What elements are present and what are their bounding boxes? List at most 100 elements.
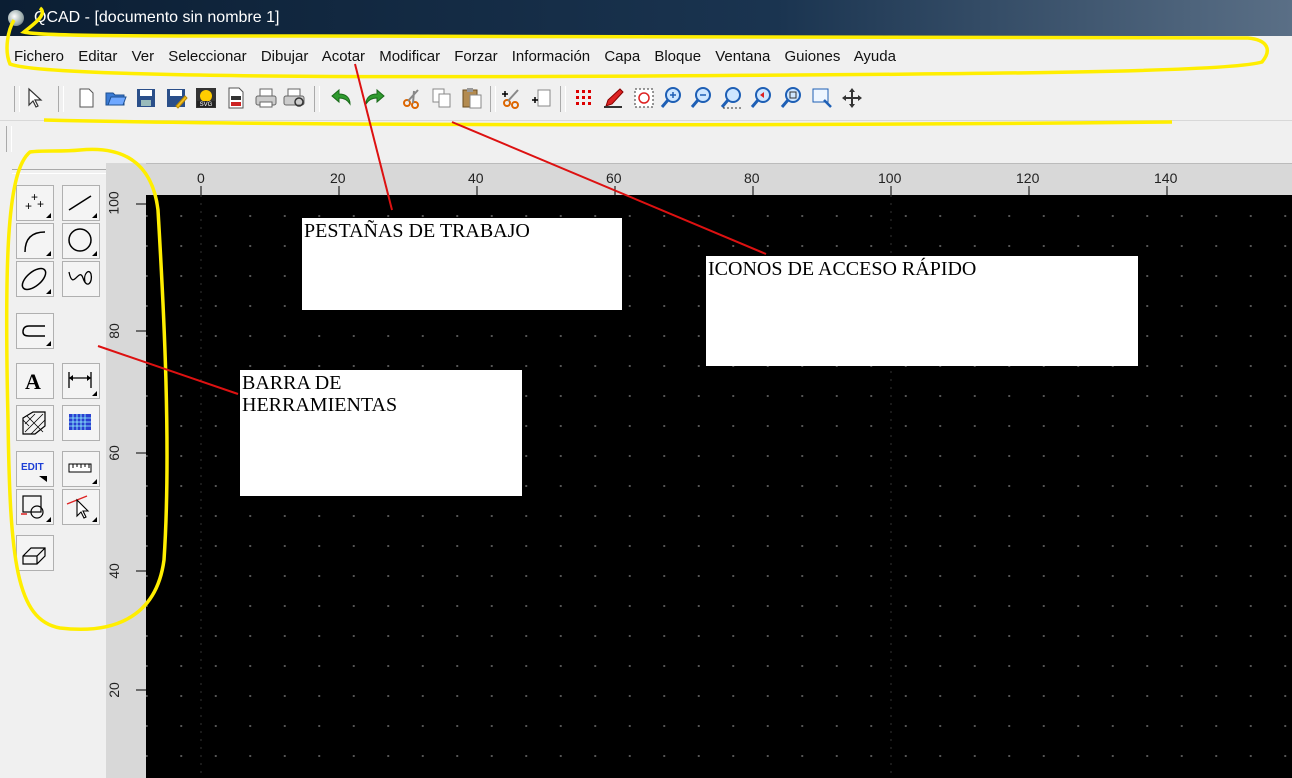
menu-seleccionar[interactable]: Seleccionar: [168, 48, 246, 65]
lines-tool-button[interactable]: [62, 185, 100, 221]
redraw-icon[interactable]: [632, 86, 656, 110]
cad-tools-panel: + + + A EDIT: [0, 163, 136, 778]
toolbar-grip[interactable]: [490, 86, 496, 112]
window-title: QCAD - [documento sin nombre 1]: [34, 9, 280, 26]
redo-icon[interactable]: [362, 86, 386, 110]
arc-icon: [24, 231, 46, 253]
zoom-auto-icon[interactable]: [720, 86, 744, 110]
ruler-h-label: 60: [606, 170, 622, 186]
svg-text:A: A: [25, 369, 41, 394]
pan-icon[interactable]: [840, 86, 864, 110]
zoom-previous-icon[interactable]: [750, 86, 774, 110]
image-grid-icon: [69, 414, 91, 430]
ruler-h-label: 120: [1016, 170, 1040, 186]
toolbar-grip[interactable]: [314, 86, 320, 112]
annotation-tabs: PESTAÑAS DE TRABAJO: [302, 218, 622, 310]
zoom-selection-icon[interactable]: [810, 86, 834, 110]
menu-ventana[interactable]: Ventana: [715, 48, 770, 65]
print-preview-icon[interactable]: [282, 86, 306, 110]
circle-icon: [68, 228, 92, 252]
ruler-measure-icon: [68, 463, 92, 473]
vertical-ruler: 100 80 60 40 20: [106, 163, 146, 778]
annotation-toolbar-line1: BARRA DE: [242, 372, 342, 394]
export-pdf-icon[interactable]: [224, 86, 248, 110]
menu-bloque[interactable]: Bloque: [654, 48, 701, 65]
print-icon[interactable]: [254, 86, 278, 110]
grid-toggle-icon[interactable]: [572, 86, 596, 110]
menu-acotar[interactable]: Acotar: [322, 48, 365, 65]
menu-ayuda[interactable]: Ayuda: [854, 48, 896, 65]
open-folder-icon[interactable]: [104, 86, 128, 110]
cut-reference-icon[interactable]: [500, 86, 524, 110]
spline-tool-button[interactable]: [62, 261, 100, 297]
copy-reference-icon[interactable]: [530, 86, 554, 110]
zoom-window-icon[interactable]: [780, 86, 804, 110]
select-pointer-icon[interactable]: [24, 86, 48, 110]
title-bar: QCAD - [documento sin nombre 1]: [0, 0, 1292, 36]
menu-ver[interactable]: Ver: [132, 48, 155, 65]
menu-dibujar[interactable]: Dibujar: [261, 48, 309, 65]
export-svg-icon[interactable]: SVG: [194, 86, 218, 110]
circles-tool-button[interactable]: [62, 223, 100, 259]
menu-fichero[interactable]: Fichero: [14, 48, 64, 65]
new-file-icon[interactable]: [74, 86, 98, 110]
arcs-tool-button[interactable]: [16, 223, 54, 259]
menu-informacion[interactable]: Información: [512, 48, 590, 65]
ruler-v-label: 60: [105, 445, 122, 461]
hatch-icon: [22, 411, 46, 435]
select-tool-button[interactable]: [62, 489, 100, 525]
menu-guiones[interactable]: Guiones: [784, 48, 840, 65]
ruler-h-label: 100: [878, 170, 902, 186]
spline-icon: [68, 270, 93, 285]
save-icon[interactable]: [134, 86, 158, 110]
cut-icon[interactable]: [400, 86, 424, 110]
ruler-h-label: 0: [197, 170, 205, 186]
menu-capa[interactable]: Capa: [604, 48, 640, 65]
toolbar-grip[interactable]: [560, 86, 566, 112]
save-as-icon[interactable]: [164, 86, 188, 110]
block-insert-icon: [21, 495, 44, 519]
hatch-tool-button[interactable]: [16, 405, 54, 441]
text-tool-button[interactable]: A: [16, 363, 54, 399]
ruler-h-label: 20: [330, 170, 346, 186]
toolbar-grip[interactable]: [58, 86, 64, 112]
edit-tool-button[interactable]: EDIT: [16, 451, 54, 487]
menu-editar[interactable]: Editar: [78, 48, 117, 65]
selection-cursor-icon: [66, 495, 90, 519]
raster-image-tool-button[interactable]: [62, 405, 100, 441]
dimension-icon: [68, 372, 92, 388]
annotation-quick-icons-text: ICONOS DE ACCESO RÁPIDO: [708, 258, 977, 280]
block-tool-button[interactable]: [16, 489, 54, 525]
ruler-v-label: 20: [105, 682, 122, 698]
draft-mode-icon[interactable]: [602, 86, 626, 110]
ellipse-icon: [21, 267, 47, 291]
box-3d-icon: [22, 547, 46, 565]
polyline-icon: [22, 325, 45, 337]
ruler-h-label: 140: [1154, 170, 1178, 186]
qcad-app-icon[interactable]: [8, 10, 24, 26]
svg-text:SVG: SVG: [200, 102, 213, 108]
menu-modificar[interactable]: Modificar: [379, 48, 440, 65]
polyline-tool-button[interactable]: [16, 313, 54, 349]
points-icon: +++: [25, 190, 44, 213]
zoom-out-icon[interactable]: [690, 86, 714, 110]
edit-arrow-icon: [39, 476, 47, 482]
copy-icon[interactable]: [430, 86, 454, 110]
paste-icon[interactable]: [460, 86, 484, 110]
text-icon: A: [25, 369, 41, 394]
measure-tool-button[interactable]: [62, 451, 100, 487]
toolbar-grip[interactable]: [14, 86, 20, 112]
ruler-ticks: [200, 186, 1168, 196]
annotation-tabs-text: PESTAÑAS DE TRABAJO: [304, 220, 530, 242]
zoom-in-icon[interactable]: [660, 86, 684, 110]
3d-tool-button[interactable]: [16, 535, 54, 571]
toolbar-grip[interactable]: [6, 126, 12, 152]
undo-icon[interactable]: [330, 86, 354, 110]
ellipses-tool-button[interactable]: [16, 261, 54, 297]
menu-forzar[interactable]: Forzar: [454, 48, 497, 65]
main-toolbar: SVG: [0, 78, 1292, 121]
dimension-tool-button[interactable]: [62, 363, 100, 399]
annotation-quick-icons: ICONOS DE ACCESO RÁPIDO: [706, 256, 1138, 366]
points-tool-button[interactable]: + + +: [16, 185, 54, 221]
ruler-v-label: 80: [105, 323, 122, 339]
